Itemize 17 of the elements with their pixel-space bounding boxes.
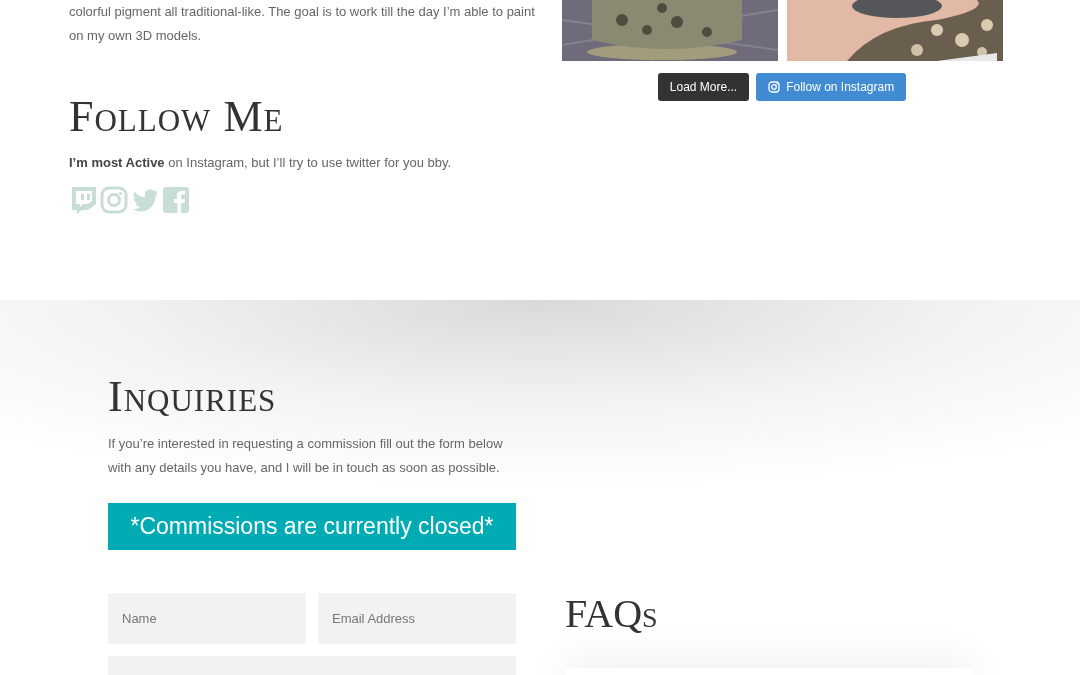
section-heading: FAQs bbox=[565, 590, 659, 638]
input-field[interactable]: Name bbox=[108, 593, 306, 644]
inquiries-text: If you’re interested in requesting a commission fill out the form below with any details you have, and I will be in touch as soon as possible. bbox=[108, 435, 504, 477]
paragraph-line: colorful pigment all traditional-like. The goal is to work till the day I’m able to paint bbox=[69, 3, 535, 21]
follow-text: I’m most Active on Instagram, but I’ll try to use twitter for you bby. bbox=[69, 155, 453, 170]
closed-notice: *Commissions are currently closed* bbox=[108, 503, 516, 550]
twitter-icon[interactable] bbox=[131, 186, 159, 214]
section-heading: Follow Me bbox=[69, 92, 285, 142]
section-heading: Inquiries bbox=[108, 372, 278, 422]
load-more-button[interactable]: Load More... bbox=[657, 73, 750, 101]
twitch-icon[interactable] bbox=[69, 186, 97, 214]
follow-button[interactable]: Follow on Instagram bbox=[756, 73, 907, 101]
paragraph-line: on my own 3D models. bbox=[69, 27, 202, 45]
instagram-icon[interactable] bbox=[100, 186, 128, 214]
instagram-icon bbox=[768, 81, 781, 93]
input-field[interactable]: Email Address bbox=[318, 593, 516, 644]
facebook-icon[interactable] bbox=[162, 186, 190, 214]
